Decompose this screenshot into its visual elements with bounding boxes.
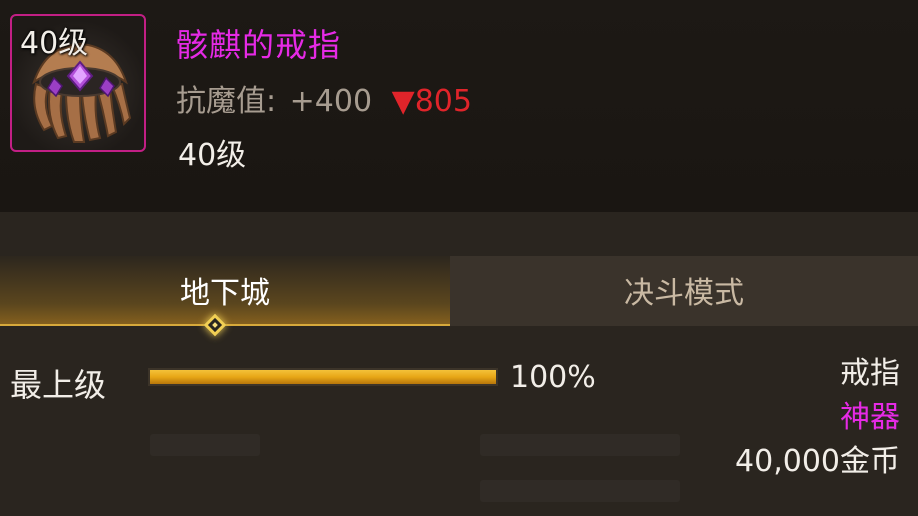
level-progress-fill	[150, 370, 496, 384]
level-progress-percent: 100%	[510, 360, 596, 395]
item-type: 戒指	[840, 356, 900, 391]
background-decoration	[480, 480, 680, 502]
item-header: 40级 骸麒的戒指 抗魔值: +400 ▼805 40级	[0, 0, 918, 212]
mode-tabs: 地下城 决斗模式	[0, 256, 918, 326]
item-detail-panel: 地下城 决斗模式 最上级 100% 戒指 神器 40,000金币	[0, 212, 918, 516]
down-arrow-icon: ▼	[391, 84, 415, 119]
background-decoration	[150, 434, 260, 456]
stat-label: 抗魔值:	[176, 84, 277, 119]
item-price: 40,000金币	[735, 444, 900, 479]
magic-resist-stat: 抗魔值: +400 ▼805	[176, 76, 472, 120]
tab-dungeon[interactable]: 地下城	[0, 256, 450, 326]
max-level-label: 最上级	[10, 366, 107, 404]
tab-pvp-mode[interactable]: 决斗模式	[450, 256, 918, 326]
background-decoration	[480, 434, 680, 456]
item-icon-frame[interactable]: 40级	[10, 14, 146, 152]
required-level: 40级	[178, 138, 247, 173]
item-name: 骸麒的戒指	[176, 26, 342, 64]
stat-diff-value: 805	[414, 84, 472, 119]
item-rarity: 神器	[840, 400, 900, 435]
level-progress-bar	[148, 368, 498, 386]
item-icon-level-badge: 40级	[20, 26, 89, 61]
item-info-column: 戒指 神器 40,000金币	[735, 352, 900, 484]
stat-value: +400	[289, 84, 373, 119]
